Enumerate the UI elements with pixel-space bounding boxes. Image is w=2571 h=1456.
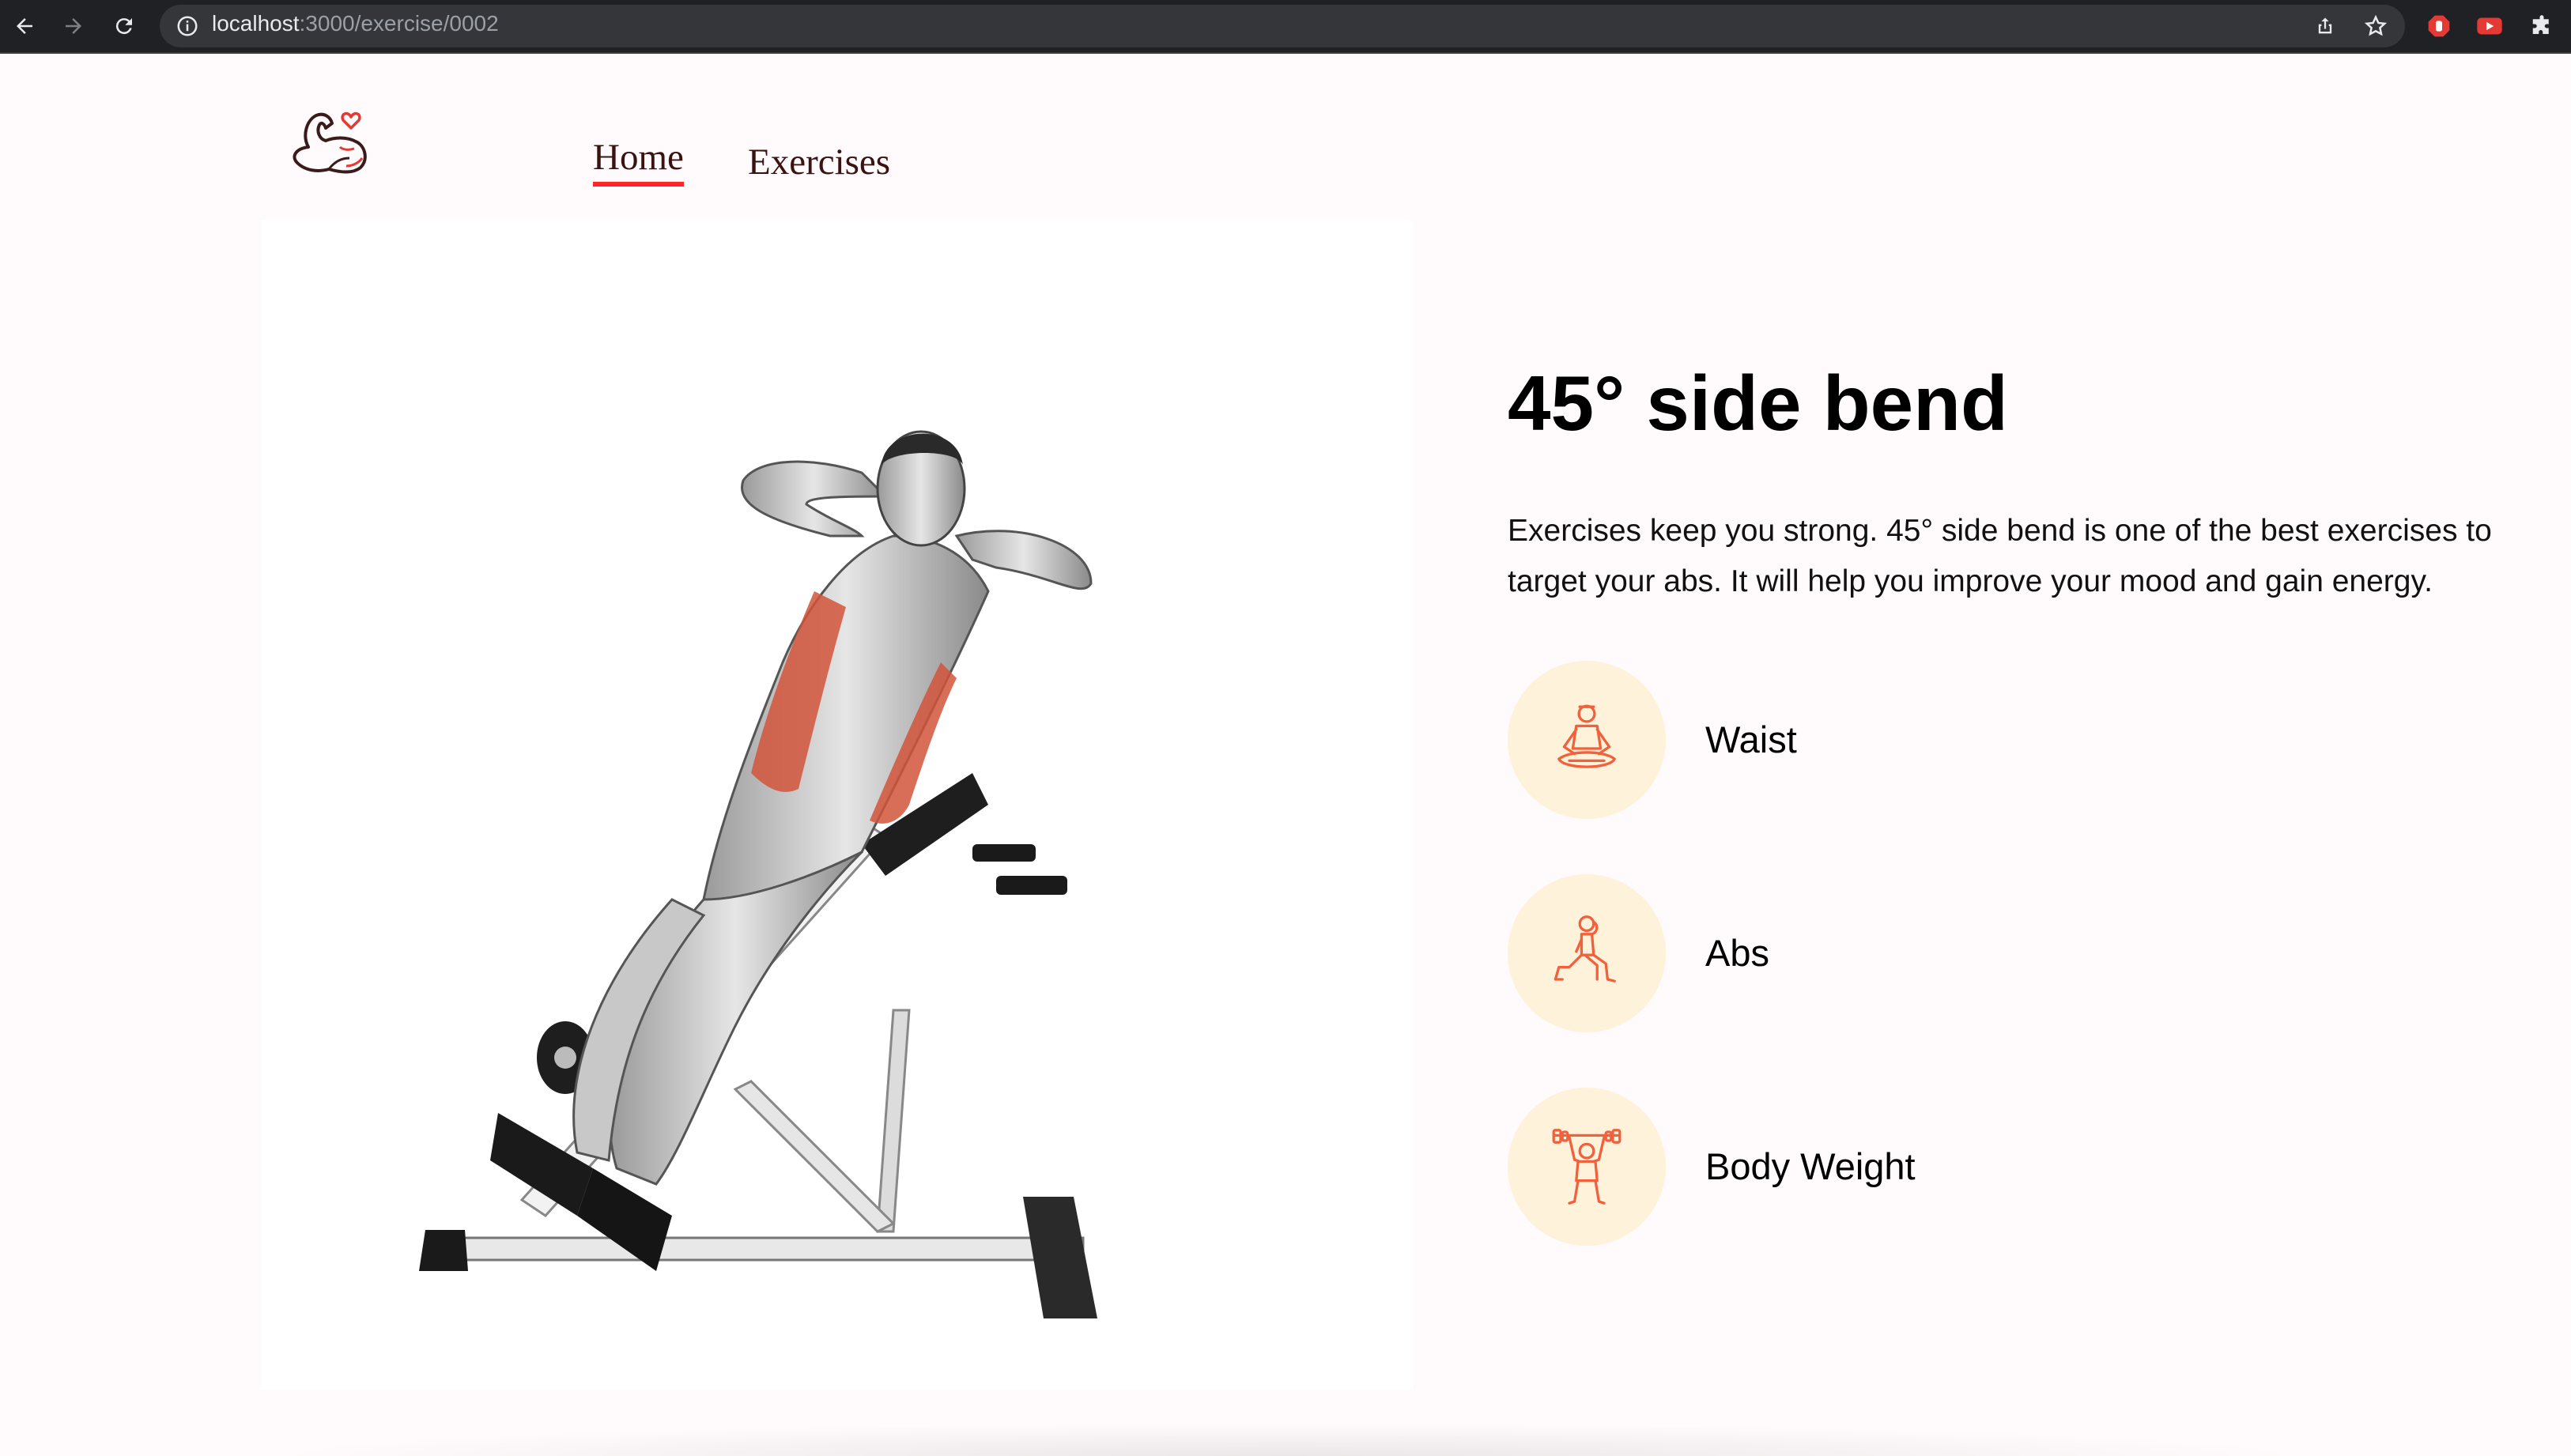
tag-waist-label: Waist bbox=[1705, 719, 1797, 760]
bookmark-star-icon[interactable] bbox=[2356, 6, 2395, 46]
extension-video-icon[interactable] bbox=[2470, 6, 2509, 46]
reload-icon[interactable] bbox=[104, 6, 144, 46]
gym-logo-icon[interactable] bbox=[285, 100, 379, 187]
nav-exercises-link[interactable]: Exercises bbox=[748, 141, 890, 183]
exercise-gif bbox=[261, 220, 1414, 1390]
meditation-icon bbox=[1508, 661, 1666, 819]
tag-abs: Abs bbox=[1508, 874, 2298, 1032]
share-icon[interactable] bbox=[2305, 6, 2345, 46]
exercise-illustration bbox=[419, 430, 1097, 1318]
nav-home-link[interactable]: Home bbox=[593, 136, 684, 187]
extensions-puzzle-icon[interactable] bbox=[2522, 6, 2562, 46]
browser-toolbar: localhost:3000/exercise/0002 bbox=[0, 0, 2571, 52]
back-icon[interactable] bbox=[5, 6, 44, 46]
lunge-icon bbox=[1508, 874, 1666, 1032]
tag-body-weight: Body Weight bbox=[1508, 1088, 2298, 1246]
section-divider-shadow bbox=[261, 1423, 2316, 1456]
url-path: :3000/exercise/0002 bbox=[299, 11, 499, 36]
toolbar-divider bbox=[0, 52, 2571, 54]
tag-body-weight-label: Body Weight bbox=[1705, 1145, 1916, 1187]
tag-abs-label: Abs bbox=[1705, 932, 1769, 974]
url-text[interactable]: localhost:3000/exercise/0002 bbox=[212, 9, 499, 38]
forward-icon[interactable] bbox=[54, 6, 93, 46]
tag-waist: Waist bbox=[1508, 661, 2298, 819]
url-host: localhost bbox=[212, 11, 300, 36]
site-info-icon[interactable] bbox=[176, 14, 199, 38]
extension-stop-icon[interactable] bbox=[2419, 6, 2459, 46]
exercise-title: 45° side bend bbox=[1508, 360, 2008, 447]
exercise-description: Exercises keep you strong. 45° side bend… bbox=[1508, 514, 2492, 598]
weightlifter-icon bbox=[1508, 1088, 1666, 1246]
